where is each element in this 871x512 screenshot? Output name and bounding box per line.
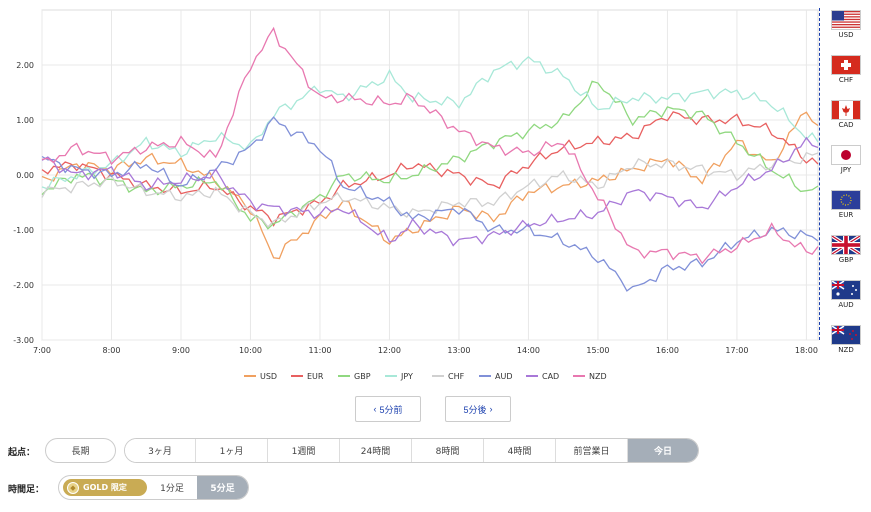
us-flag-icon: [831, 10, 861, 30]
flag-jpy[interactable]: JPY: [820, 145, 871, 174]
start-option-4[interactable]: 8時間: [412, 439, 484, 462]
timeframe-label: 時間足：: [8, 485, 45, 495]
uk-flag-icon: [831, 235, 861, 255]
start-option-6[interactable]: 前営業日: [556, 439, 628, 462]
canada-flag-icon: [831, 100, 861, 120]
y-tick-label: -3.00: [13, 336, 34, 345]
chart-grid: [41, 9, 819, 341]
newzealand-flag-icon: [831, 325, 861, 345]
y-tick-label: 1.00: [16, 116, 34, 125]
flag-label: CHF: [838, 76, 854, 84]
flag-gbp[interactable]: GBP: [820, 235, 871, 264]
x-tick-label: 18:00: [795, 346, 818, 355]
currency-strength-chart: 2.00 1.00 0.00 -1.00 -2.00 -3.00 7:00 8:00 9:00…: [13, 9, 819, 381]
chevron-left-icon: ‹: [373, 404, 377, 414]
legend-label-jpy[interactable]: JPY: [400, 372, 413, 381]
eu-flag-icon: [831, 190, 861, 210]
gold-only-badge: ◆ GOLD 限定: [63, 479, 147, 496]
timeframe-selector: ◆ GOLD 限定 1分足 5分足: [58, 475, 249, 500]
x-tick-label: 14:00: [517, 346, 540, 355]
chevron-right-icon: ›: [489, 404, 493, 414]
flag-label: NZD: [838, 346, 854, 354]
legend-label-cad[interactable]: CAD: [542, 372, 559, 381]
flag-usd[interactable]: USD: [820, 10, 871, 39]
gold-only-label: GOLD 限定: [83, 483, 127, 492]
flag-aud[interactable]: AUD: [820, 280, 871, 309]
series-line-aud: [41, 116, 819, 292]
series-line-cad: [41, 136, 819, 247]
flag-cad[interactable]: CAD: [820, 100, 871, 129]
series-line-gbp: [41, 80, 819, 230]
start-point-selector: 3ヶ月 1ヶ月 1週間 24時間 8時間 4時間 前営業日 今日: [124, 438, 699, 463]
japan-flag-icon: [831, 145, 861, 165]
start-option-3[interactable]: 24時間: [340, 439, 412, 462]
x-tick-label: 17:00: [725, 346, 748, 355]
x-axis-ticks: 7:00 8:00 9:00 10:00 11:00 12:00 13:00 14:00 15:…: [33, 346, 818, 355]
start-option-2[interactable]: 1週間: [268, 439, 340, 462]
x-tick-label: 12:00: [378, 346, 401, 355]
next-5min-button[interactable]: 5分後 ›: [445, 396, 511, 422]
x-tick-label: 7:00: [33, 346, 51, 355]
y-tick-label: 2.00: [16, 61, 34, 70]
swiss-flag-icon: [831, 55, 861, 75]
flag-label: CAD: [838, 121, 854, 129]
flag-label: GBP: [838, 256, 854, 264]
flag-eur[interactable]: EUR: [820, 190, 871, 219]
timeframe-5min[interactable]: 5分足: [197, 476, 248, 499]
flag-label: JPY: [840, 166, 852, 174]
start-option-7[interactable]: 今日: [628, 439, 698, 462]
x-tick-label: 16:00: [656, 346, 679, 355]
start-option-1[interactable]: 1ヶ月: [196, 439, 268, 462]
prev-5min-button[interactable]: ‹ 5分前: [355, 396, 421, 422]
start-option-5[interactable]: 4時間: [484, 439, 556, 462]
next-5min-label: 5分後: [463, 404, 487, 415]
x-tick-label: 11:00: [308, 346, 331, 355]
y-tick-label: -2.00: [13, 281, 34, 290]
chart-legend: USD EUR GBP JPY CHF AUD CAD NZD: [244, 372, 607, 381]
flag-nzd[interactable]: NZD: [820, 325, 871, 354]
x-tick-label: 13:00: [447, 346, 470, 355]
australia-flag-icon: [831, 280, 861, 300]
y-axis-ticks: 2.00 1.00 0.00 -1.00 -2.00 -3.00: [13, 61, 34, 345]
timeframe-1min[interactable]: 1分足: [147, 481, 197, 494]
y-tick-label: 0.00: [16, 171, 34, 180]
legend-label-chf[interactable]: CHF: [448, 372, 465, 381]
x-tick-label: 9:00: [172, 346, 190, 355]
long-term-button[interactable]: 長期: [45, 438, 116, 463]
series-line-usd: [41, 111, 819, 260]
legend-label-nzd[interactable]: NZD: [589, 372, 607, 381]
x-tick-label: 10:00: [239, 346, 262, 355]
series-lines: [41, 26, 819, 292]
currency-flag-column: USD CHF CAD JPY EUR GBP AUD NZD: [819, 8, 871, 354]
flag-label: AUD: [838, 301, 854, 309]
prev-5min-label: 5分前: [379, 404, 403, 415]
start-point-label: 起点：: [8, 448, 36, 458]
flag-chf[interactable]: CHF: [820, 55, 871, 84]
legend-label-aud[interactable]: AUD: [495, 372, 513, 381]
legend-label-eur[interactable]: EUR: [307, 372, 324, 381]
flag-label: EUR: [838, 211, 854, 219]
flag-label: USD: [838, 31, 854, 39]
gold-coin-icon: ◆: [67, 481, 79, 494]
series-line-nzd: [41, 26, 819, 265]
x-tick-label: 15:00: [586, 346, 609, 355]
legend-label-usd[interactable]: USD: [260, 372, 277, 381]
start-option-0[interactable]: 3ヶ月: [125, 439, 196, 462]
y-tick-label: -1.00: [13, 226, 34, 235]
legend-label-gbp[interactable]: GBP: [354, 372, 371, 381]
x-tick-label: 8:00: [103, 346, 121, 355]
